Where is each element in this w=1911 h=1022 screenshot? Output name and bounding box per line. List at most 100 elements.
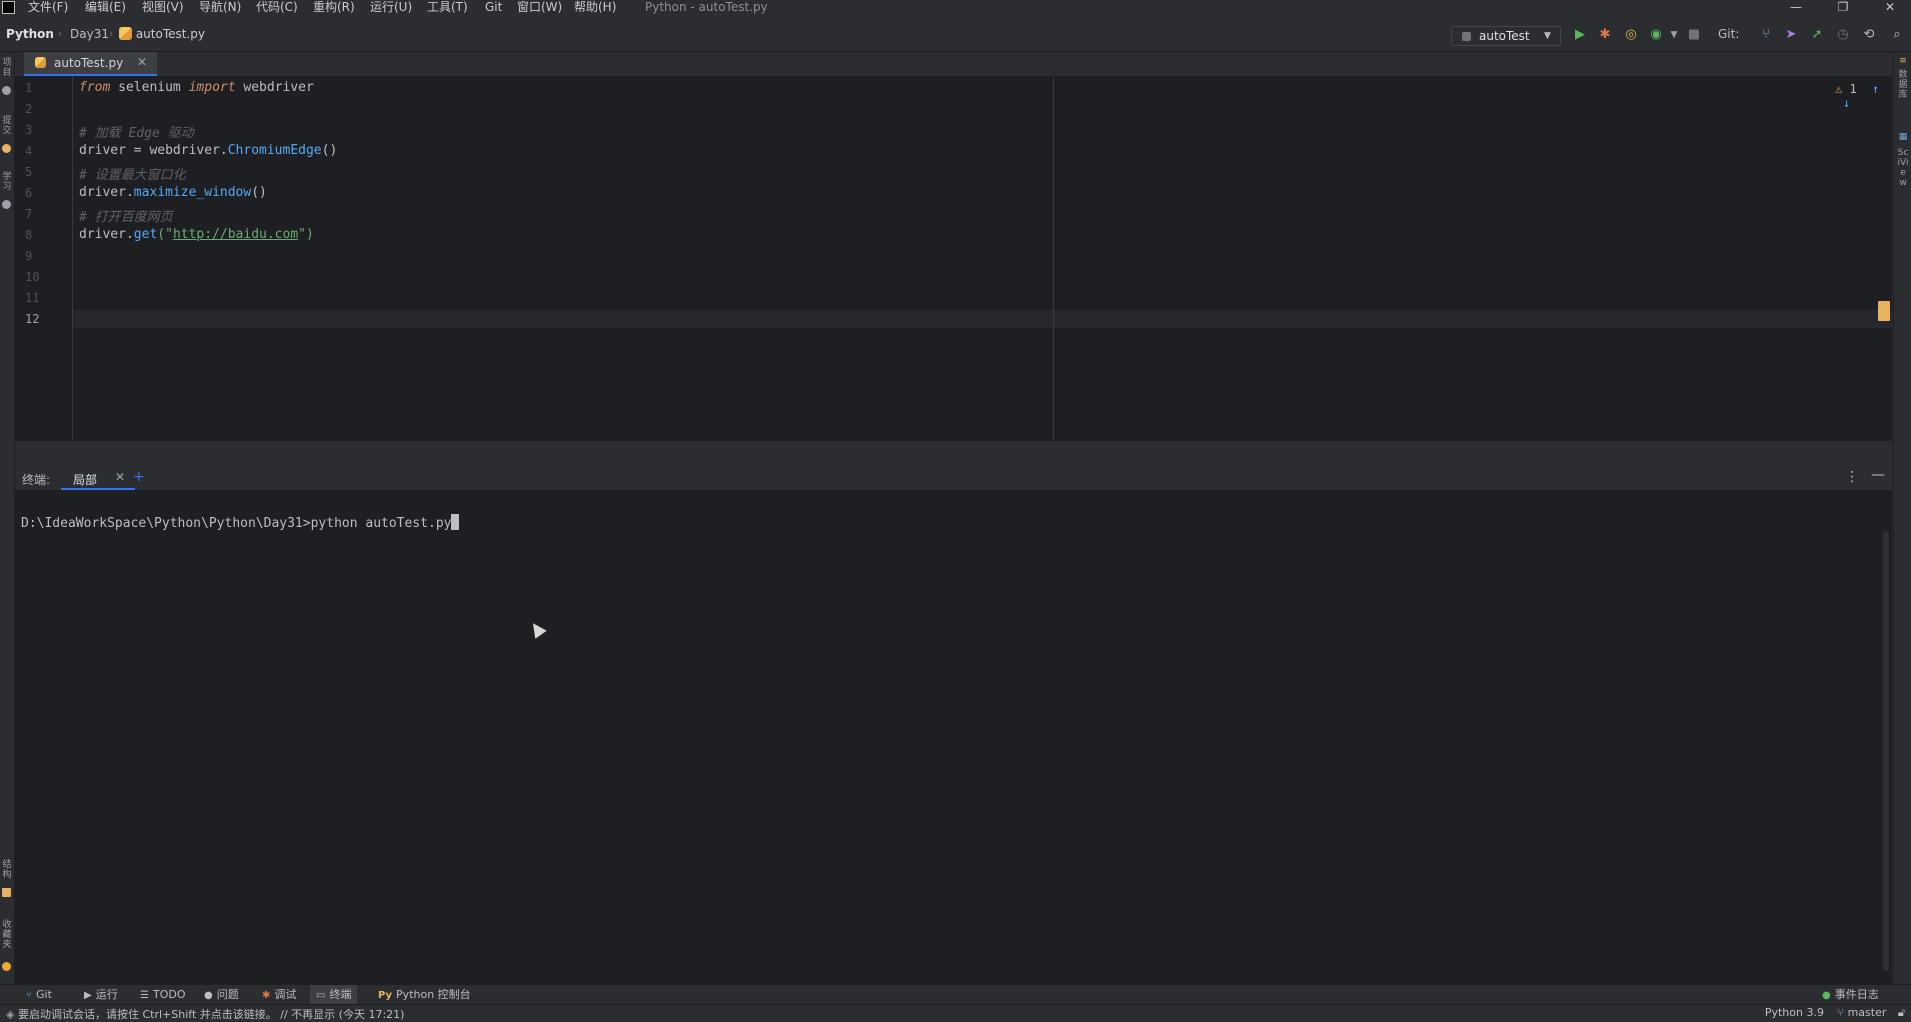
warning-scroll-marker[interactable] [1878, 301, 1890, 321]
menu-tools[interactable]: 工具(T) [427, 0, 468, 16]
menu-bar: 文件(F) 编辑(E) 视图(V) 导航(N) 代码(C) 重构(R) 运行(U… [0, 0, 1911, 16]
line-number: 4 [25, 144, 33, 158]
code-text: webdriver [235, 80, 314, 95]
inspection-widget[interactable]: ⚠ 1 ↑ ↓ [1835, 82, 1892, 110]
more-run-options-icon[interactable]: ▼ [1665, 26, 1683, 44]
close-tab-icon[interactable]: ✕ [115, 470, 125, 484]
git-commit-icon[interactable]: ➤ [1782, 26, 1800, 44]
code-line-1: from selenium import webdriver [79, 80, 314, 95]
git-update-icon[interactable]: ⑂ [1757, 26, 1775, 44]
restore-button[interactable]: ❐ [1823, 0, 1863, 16]
favorites-tool-button[interactable]: 收藏夹 [1, 920, 13, 950]
git-tool-button[interactable]: ⑂ Git [26, 985, 52, 1004]
event-log-icon: ● [1822, 990, 1831, 1001]
learn-icon [2, 200, 11, 209]
menu-run[interactable]: 运行(U) [370, 0, 412, 16]
run-icon[interactable]: ▶ [1571, 26, 1589, 44]
string-quote: ") [298, 227, 314, 242]
terminal-panel[interactable]: D:\IdeaWorkSpace\Python\Python\Day31>pyt… [15, 491, 1892, 984]
line-number: 5 [25, 165, 33, 179]
more-options-icon[interactable]: ⋮ [1845, 469, 1859, 485]
status-message[interactable]: ◈ 要启动调试会话，请按住 Ctrl+Shift 并点击该链接。 // 不再显示… [6, 1006, 404, 1022]
problems-tool-label: 问题 [216, 988, 239, 1001]
menu-refactor[interactable]: 重构(R) [313, 0, 355, 16]
commit-tool-button[interactable]: 提交 [1, 116, 13, 136]
line-number-current: 12 [25, 312, 40, 326]
rollback-icon[interactable]: ⟲ [1860, 26, 1878, 44]
git-branch[interactable]: master [1848, 1006, 1887, 1019]
line-number: 10 [25, 270, 40, 284]
chevron-down-icon: ▼ [1544, 31, 1551, 41]
menu-file[interactable]: 文件(F) [28, 0, 68, 16]
coverage-icon[interactable]: ◎ [1622, 26, 1640, 44]
star-icon [2, 962, 11, 971]
terminal-tab-local[interactable]: 局部 ✕ [61, 466, 135, 490]
editor-tab-autotest[interactable]: autoTest.py ✕ [24, 52, 157, 76]
close-button[interactable]: ✕ [1870, 0, 1910, 16]
breadcrumb-separator-icon: › [109, 27, 114, 40]
problems-tool-button[interactable]: ● 问题 [204, 985, 239, 1004]
git-history-icon[interactable]: ◷ [1834, 26, 1852, 44]
code-text: driver = webdriver. [79, 143, 228, 158]
database-tool-button[interactable]: 数据库 [1897, 70, 1909, 100]
todo-tool-button[interactable]: ☰ TODO [140, 985, 185, 1004]
menu-git[interactable]: Git [485, 0, 502, 16]
project-tool-button[interactable]: 项目 [1, 58, 13, 78]
menu-view[interactable]: 视图(V) [142, 0, 184, 16]
debug-icon[interactable]: ✱ [1596, 26, 1614, 44]
commit-icon [2, 144, 11, 153]
learn-tool-button[interactable]: 学习 [1, 172, 13, 192]
line-number-gutter: 1 2 3 4 5 6 7 8 9 10 11 12 [15, 77, 73, 440]
python-console-label: Python 控制台 [396, 988, 471, 1001]
python-file-icon [119, 27, 132, 40]
menu-help[interactable]: 帮助(H) [574, 0, 616, 16]
code-editor[interactable]: 1 2 3 4 5 6 7 8 9 10 11 12 from selenium… [15, 77, 1892, 440]
run-tool-button[interactable]: ▶ 运行 [84, 985, 118, 1004]
right-tool-strip: ≡ 数据库 ▦ SciView [1893, 52, 1911, 984]
hide-panel-icon[interactable]: — [1871, 467, 1885, 483]
menu-window[interactable]: 窗口(W) [517, 0, 562, 16]
sciview-icon: ▦ [1898, 132, 1908, 142]
line-number: 11 [25, 291, 40, 305]
next-highlight-icon[interactable]: ↓ [1843, 96, 1850, 110]
python-file-icon [35, 57, 46, 68]
minimize-button[interactable]: — [1776, 0, 1816, 16]
breadcrumb-folder[interactable]: Day31 [70, 27, 109, 41]
code-text: () [321, 143, 338, 158]
breadcrumb-project[interactable]: Python [6, 27, 54, 41]
python-interpreter[interactable]: Python 3.9 [1765, 1006, 1824, 1019]
left-tool-strip: 项目 提交 学习 结构 收藏夹 [0, 52, 15, 984]
url-link[interactable]: http://baidu.com [173, 227, 298, 242]
terminal-tab-label: 局部 [73, 473, 98, 487]
line-number: 9 [25, 249, 33, 263]
profile-icon[interactable]: ◉ [1647, 26, 1665, 44]
new-terminal-tab-button[interactable]: + [133, 469, 145, 485]
previous-highlight-icon[interactable]: ↑ [1872, 82, 1879, 96]
terminal-tool-button[interactable]: ▭ 终端 [310, 985, 358, 1004]
line-number: 1 [25, 81, 33, 95]
menu-navigate[interactable]: 导航(N) [199, 0, 241, 16]
editor-terminal-splitter[interactable] [15, 440, 1892, 466]
event-log-tool-button[interactable]: ● 事件日志 [1822, 985, 1879, 1004]
structure-tool-button[interactable]: 结构 [1, 860, 13, 880]
sciview-tool-button[interactable]: SciView [1897, 148, 1909, 188]
lock-icon[interactable]: 🔓︎ [1898, 1006, 1905, 1019]
status-bar: ◈ 要启动调试会话，请按住 Ctrl+Shift 并点击该链接。 // 不再显示… [0, 1004, 1911, 1022]
code-line-3: # 加载 Edge 驱动 [79, 126, 194, 141]
line-number: 8 [25, 228, 33, 242]
python-console-tool-button[interactable]: Py Python 控制台 [378, 985, 471, 1004]
stop-icon[interactable]: ■ [1685, 26, 1703, 44]
git-push-icon[interactable]: ➚ [1808, 26, 1826, 44]
search-everywhere-icon[interactable]: ⌕ [1888, 26, 1906, 44]
close-tab-icon[interactable]: ✕ [137, 55, 147, 69]
window-title: Python - autoTest.py [645, 0, 768, 14]
menu-edit[interactable]: 编辑(E) [85, 0, 126, 16]
debug-tool-button[interactable]: ✱ 调试 [262, 985, 296, 1004]
run-icon: ▶ [84, 990, 92, 1001]
debug-icon: ✱ [262, 990, 271, 1001]
project-icon [2, 86, 11, 95]
menu-code[interactable]: 代码(C) [256, 0, 298, 16]
terminal-scrollbar[interactable] [1883, 531, 1889, 971]
run-configuration-selector[interactable]: autoTest ▼ [1451, 26, 1561, 46]
breadcrumb-file[interactable]: autoTest.py [119, 27, 205, 41]
